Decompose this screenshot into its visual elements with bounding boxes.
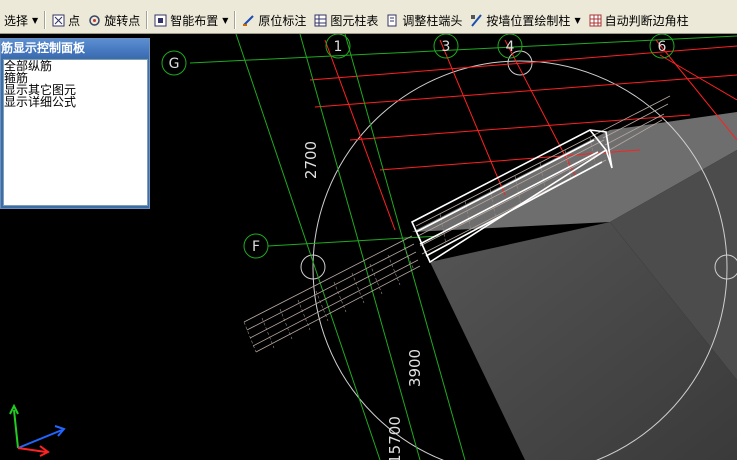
auto-corner-icon: [589, 14, 602, 27]
panel-list: 全部纵筋 箍筋 显示其它图元 显示详细公式: [3, 59, 148, 206]
svg-text:1: 1: [334, 39, 343, 55]
svg-text:G: G: [169, 56, 180, 72]
toolbar-separator: [234, 11, 237, 29]
axis-bubble-3: 3: [433, 34, 459, 59]
rotate-point-label: 旋转点: [104, 13, 141, 28]
wall-column-icon: [470, 13, 483, 27]
svg-text:4: 4: [506, 39, 515, 55]
rebar-display-panel[interactable]: 筋显示控制面板 全部纵筋 箍筋 显示其它图元 显示详细公式: [0, 38, 150, 209]
smart-layout-button[interactable]: 智能布置 ▼: [150, 9, 232, 31]
adjust-column-end-label: 调整柱端头: [402, 13, 463, 28]
element-column-table-label: 图元柱表: [330, 13, 379, 28]
toolbar-separator: [146, 11, 149, 29]
axis-bubble-1: 1: [325, 34, 351, 59]
draw-by-wall-button[interactable]: 按墙位置绘制柱 ▼: [466, 9, 584, 31]
axis-bubble-6: 6: [649, 34, 675, 59]
select-label: 选择: [4, 13, 29, 28]
point-icon: [52, 14, 65, 27]
smart-layout-icon: [154, 14, 167, 27]
column-table-icon: [314, 14, 327, 27]
adjust-end-icon: [386, 14, 399, 27]
axis-bubble-f: F: [243, 233, 269, 259]
original-annotation-label: 原位标注: [258, 13, 307, 28]
point-label: 点: [68, 13, 81, 28]
axis-bubble-g: G: [161, 50, 187, 76]
dimension-label-15700: 15700: [386, 416, 404, 460]
chevron-down-icon: ▼: [574, 15, 581, 25]
rotate-icon: [88, 14, 101, 27]
chevron-down-icon: ▼: [222, 15, 229, 25]
auto-corner-label: 自动判断边角柱: [604, 13, 689, 28]
element-column-table-button[interactable]: 图元柱表: [310, 9, 382, 31]
svg-text:3: 3: [442, 39, 451, 55]
smart-layout-label: 智能布置: [170, 13, 219, 28]
draw-by-wall-label: 按墙位置绘制柱: [486, 13, 571, 28]
axis-bubble-4: 4: [497, 34, 523, 59]
list-item[interactable]: 显示详细公式: [4, 96, 147, 108]
axis-orientation-icon: [9, 403, 66, 457]
toolbar: 选择 ▼ 点 旋转点 智能布置 ▼ 原位标注 图元柱表 调整柱端头 按墙位置绘制…: [0, 7, 737, 34]
annotation-icon: [242, 14, 255, 27]
svg-text:F: F: [252, 239, 260, 255]
panel-title[interactable]: 筋显示控制面板: [1, 39, 149, 57]
adjust-column-end-button[interactable]: 调整柱端头: [382, 9, 466, 31]
svg-text:6: 6: [658, 39, 667, 55]
toolbar-separator: [44, 11, 47, 29]
rotate-point-button[interactable]: 旋转点: [84, 9, 144, 31]
auto-corner-button[interactable]: 自动判断边角柱: [585, 9, 693, 31]
original-annotation-button[interactable]: 原位标注: [238, 9, 310, 31]
dimension-label-2700: 2700: [302, 141, 320, 179]
dimension-label-3900: 3900: [406, 349, 424, 387]
select-button[interactable]: 选择 ▼: [0, 9, 42, 31]
chevron-down-icon: ▼: [32, 15, 39, 25]
point-button[interactable]: 点: [48, 9, 84, 31]
